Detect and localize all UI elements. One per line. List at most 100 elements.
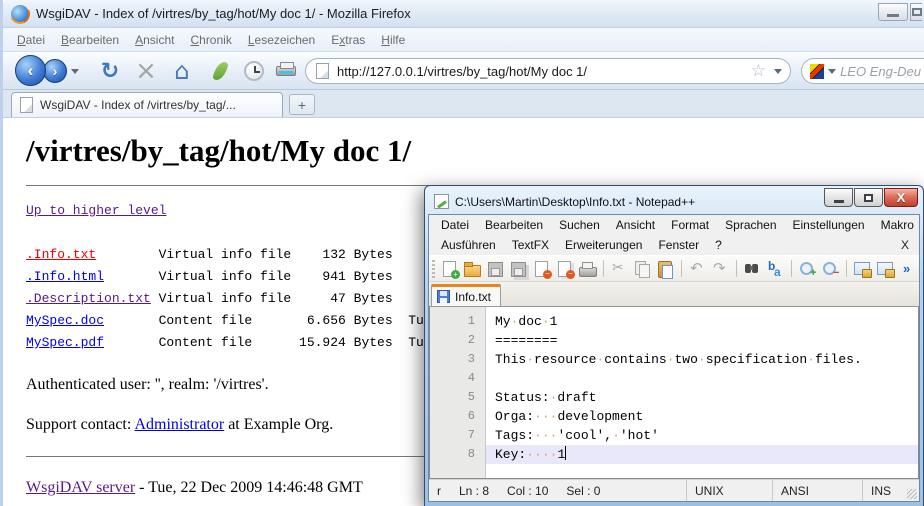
document-close-button[interactable]: X [901,238,909,252]
print-button[interactable] [271,56,301,86]
replace-icon[interactable] [765,259,786,279]
file-size: 941 Bytes [299,266,393,288]
url-dropdown-icon[interactable] [774,69,782,74]
leo-search-engine-icon[interactable] [810,64,824,79]
close-file-icon[interactable] [531,259,552,279]
sage-addon-icon[interactable] [205,56,235,86]
zoom-in-icon[interactable] [797,259,818,279]
firefox-logo-icon [11,5,29,23]
menu-item-extras[interactable]: Extras [323,30,373,50]
menu-item-hilfe[interactable]: Hilfe [373,30,413,50]
up-to-higher-level-link[interactable]: Up to higher level [26,203,166,218]
url-bar[interactable]: http://127.0.0.1/virtres/by_tag/hot/My d… [305,58,791,84]
minimize-button[interactable] [878,3,908,21]
paste-icon[interactable] [655,259,676,279]
new-tab-button[interactable]: + [289,94,315,115]
notepad-restore-button[interactable] [854,188,883,207]
menu-item-bearbeiten[interactable]: Bearbeiten [53,30,127,50]
footer-timestamp: - Tue, 22 Dec 2009 14:46:48 GMT [135,479,363,496]
search-placeholder[interactable]: LEO Eng-Deu [840,64,921,79]
notepad-minimize-button[interactable] [824,188,853,207]
file-link-infohtml[interactable]: .Info.html [26,266,159,288]
notepad-menu-fenster[interactable]: Fenster [650,236,707,254]
notepad-menu-bearbeiten[interactable]: Bearbeiten [477,216,551,234]
editor-line[interactable]: Status:·draft [486,388,918,407]
editor-line[interactable] [486,369,918,388]
cut-icon[interactable] [609,259,630,279]
notepad-menu-help[interactable]: ? [707,236,730,254]
bookmark-star-icon[interactable]: ☆ [751,61,766,81]
notepad-menu-textfx[interactable]: TextFX [504,236,557,254]
notepad-titlebar[interactable]: C:\Users\Martin\Desktop\Info.txt - Notep… [428,189,920,214]
insert-mode-pane[interactable]: INS [863,480,909,501]
editor-line[interactable]: Tags:···'cool',·'hot' [486,426,918,445]
history-dropdown-icon[interactable] [71,69,79,74]
wsgidav-server-link[interactable]: WsgiDAV server [26,479,135,496]
administrator-link[interactable]: Administrator [134,416,224,433]
menu-item-lesezeichen[interactable]: Lesezeichen [240,30,323,50]
notepad-menubar-row1: DateiBearbeitenSuchenAnsichtFormatSprach… [429,215,919,235]
document-tab-info-txt[interactable]: Info.txt [431,284,501,306]
sync-h-icon[interactable] [875,259,896,279]
notepad-menu-ausführen[interactable]: Ausführen [433,236,504,254]
editor-line[interactable]: Orga:···development [486,407,918,426]
menu-item-ansicht[interactable]: Ansicht [127,30,182,50]
notepad-close-button[interactable]: X [884,188,918,207]
url-text[interactable]: http://127.0.0.1/virtres/by_tag/hot/My d… [337,64,751,79]
sync-v-icon[interactable] [852,259,873,279]
notepad-menu-makro[interactable]: Makro [873,216,922,234]
toolbar-grip[interactable] [432,260,435,278]
notepad-menu-sprachen[interactable]: Sprachen [717,216,784,234]
save-all-icon[interactable] [508,259,529,279]
text-editor[interactable]: 12345678 My·doc·1========This·resource·c… [429,307,919,479]
close-all-icon[interactable] [554,259,575,279]
search-engine-dropdown-icon[interactable] [828,69,836,74]
tab-wsgidav[interactable]: WsgiDAV - Index of /virtres/by_tag/... [11,92,283,117]
notepad-menubar-row2: AusführenTextFXErweiterungenFenster? X [429,235,919,255]
menu-item-datei[interactable]: Datei [9,30,53,50]
reload-button[interactable]: ↻ [95,56,125,86]
file-link-myspecpdf[interactable]: MySpec.pdf [26,332,159,354]
saved-file-icon [437,290,450,303]
zoom-out-icon[interactable] [820,259,841,279]
history-clock-icon[interactable] [239,56,269,86]
file-link-myspecdoc[interactable]: MySpec.doc [26,310,159,332]
redo-icon[interactable] [710,259,731,279]
save-icon[interactable] [485,259,506,279]
menu-item-chronik[interactable]: Chronik [182,30,239,50]
toolbar-overflow-icon[interactable]: » [903,261,910,276]
file-link-descriptiontxt[interactable]: .Description.txt [26,288,159,310]
editor-line[interactable]: Key:····1 [486,445,918,464]
file-link-infotxt[interactable]: .Info.txt [26,244,159,266]
undo-icon[interactable] [687,259,708,279]
print-icon[interactable] [577,259,598,279]
copy-icon[interactable] [632,259,653,279]
firefox-titlebar[interactable]: WsgiDAV - Index of /virtres/by_tag/hot/M… [3,0,924,28]
notepad-menu-format[interactable]: Format [663,216,717,234]
new-file-icon[interactable] [439,259,460,279]
notepad-menu-suchen[interactable]: Suchen [551,216,608,234]
editor-text-area[interactable]: My·doc·1========This·resource·contains·t… [486,307,918,478]
eol-format-pane[interactable]: UNIX [687,480,773,501]
file-type: Virtual info file [159,244,299,266]
editor-line[interactable]: This·resource·contains·two·specification… [486,350,918,369]
notepad-menu-datei[interactable]: Datei [433,216,477,234]
resize-grip[interactable] [907,489,917,499]
back-button[interactable]: ‹ [15,55,46,86]
open-file-icon[interactable] [462,259,483,279]
forward-button[interactable]: › [43,59,67,83]
find-icon[interactable] [742,259,763,279]
notepad-menu-ansicht[interactable]: Ansicht [608,216,663,234]
encoding-pane[interactable]: ANSI [773,480,863,501]
notepad-window: C:\Users\Martin\Desktop\Info.txt - Notep… [424,185,924,506]
home-button[interactable]: ⌂ [167,56,197,86]
status-line: Ln : 8 [459,484,489,498]
notepad-menu-erweiterungen[interactable]: Erweiterungen [557,236,650,254]
editor-line[interactable]: ======== [486,331,918,350]
notepad-menu-einstellungen[interactable]: Einstellungen [785,216,873,234]
maximize-button[interactable] [910,3,922,21]
editor-line[interactable]: My·doc·1 [486,312,918,331]
stop-button[interactable]: × [131,56,161,86]
support-suffix: at Example Org. [224,416,333,433]
search-box[interactable]: LEO Eng-Deu [801,58,924,84]
